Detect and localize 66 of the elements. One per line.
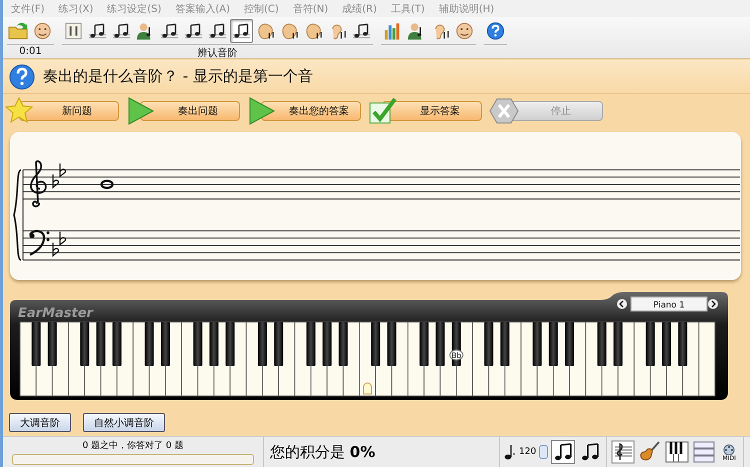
treble-clef-icon: [30, 160, 47, 208]
action-button[interactable]: 新问题: [5, 96, 119, 126]
panel-icon: [63, 21, 84, 41]
piano-key[interactable]: [565, 322, 574, 366]
toolbar-button[interactable]: [230, 19, 253, 43]
toolbar-label: 0:01: [18, 46, 43, 57]
notes-icon: [159, 21, 180, 41]
toolbar-label: 辨认音阶: [196, 46, 238, 60]
face-icon: [454, 21, 475, 41]
notes-icon: [111, 21, 132, 41]
menu-item[interactable]: 练习(X): [58, 2, 94, 16]
whole-note: [100, 180, 114, 190]
star-icon: [5, 97, 35, 125]
action-button[interactable]: 显示答案: [368, 96, 482, 126]
staff-icon[interactable]: [611, 440, 636, 464]
piano-key[interactable]: [532, 322, 542, 366]
menu-item[interactable]: 辅助说明(H): [438, 2, 494, 16]
checkmark-icon: [368, 97, 398, 125]
menu-item[interactable]: 控制(C): [244, 2, 279, 16]
notes-icon: [351, 21, 372, 41]
instrument-name: Piano 1: [653, 300, 685, 310]
menu-item[interactable]: 答案输入(A): [175, 2, 230, 16]
quarter-note-icon: [504, 444, 516, 460]
answer-button[interactable]: 大调音阶: [9, 413, 71, 432]
notes-icon: [87, 21, 108, 41]
logo: EarMaster: [18, 306, 93, 321]
notes-icon: [207, 21, 228, 41]
piano-key[interactable]: [420, 322, 429, 366]
list-icon[interactable]: [692, 440, 716, 464]
play-icon: [126, 97, 156, 125]
notes-icon: [231, 21, 252, 41]
play-icon: [247, 97, 277, 125]
face-icon: [32, 21, 53, 41]
help-icon: [485, 21, 506, 41]
menu-item[interactable]: 音符(N): [292, 2, 328, 16]
folder-icon: [8, 21, 29, 41]
tempo-value: 120: [519, 447, 536, 457]
piano-key[interactable]: [371, 322, 380, 366]
piano-key[interactable]: [614, 322, 623, 366]
answer-button[interactable]: 自然小调音阶: [83, 413, 165, 432]
instrument-field[interactable]: [630, 296, 708, 312]
menu-item[interactable]: 工具(T): [390, 2, 425, 16]
piano-key[interactable]: [698, 322, 716, 396]
score-text: 您的积分是 0%: [269, 442, 376, 462]
menu-item[interactable]: 练习设定(S): [107, 2, 162, 16]
bass-clef-icon: [29, 230, 50, 256]
notes-toggle[interactable]: [551, 440, 576, 464]
piano-icon[interactable]: [665, 440, 690, 464]
next-button[interactable]: [708, 299, 718, 309]
menu-item[interactable]: 文件(F): [11, 2, 45, 16]
question-title: 奏出的是什么音阶？ - 显示的是第一个音: [43, 67, 313, 86]
piano-key[interactable]: [226, 322, 235, 366]
piano-key[interactable]: [678, 322, 688, 366]
piano-key[interactable]: [80, 322, 90, 366]
notes-icon: [183, 21, 204, 41]
close-icon: [489, 97, 519, 125]
previous-button[interactable]: [617, 299, 627, 309]
piano-key[interactable]: [32, 322, 41, 366]
piano-key[interactable]: [484, 322, 494, 366]
piano-key[interactable]: [322, 322, 332, 366]
action-button[interactable]: 奏出您的答案: [247, 96, 361, 126]
action-button[interactable]: 奏出问题: [126, 96, 240, 126]
summary-text: 0 题之中，你答对了 0 题: [82, 440, 184, 452]
piano-key[interactable]: [274, 322, 284, 366]
help-icon: [9, 64, 35, 90]
menu-item[interactable]: 成绩(R): [342, 2, 377, 16]
